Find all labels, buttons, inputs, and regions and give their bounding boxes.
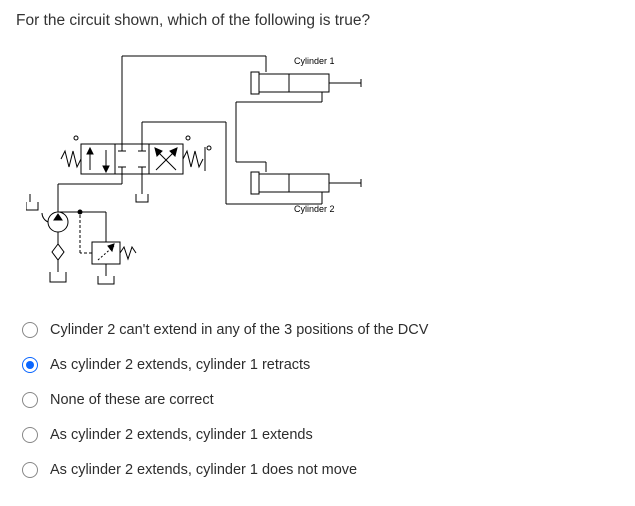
question-prompt: For the circuit shown, which of the foll… xyxy=(16,12,619,30)
cylinder1-label: Cylinder 1 xyxy=(294,56,335,66)
option-label: As cylinder 2 extends, cylinder 1 retrac… xyxy=(50,357,310,373)
radio-icon xyxy=(22,392,38,408)
circuit-diagram: Cylinder 1 Cylinder 2 xyxy=(26,44,446,294)
option-0[interactable]: Cylinder 2 can't extend in any of the 3 … xyxy=(22,322,619,338)
option-3[interactable]: As cylinder 2 extends, cylinder 1 extend… xyxy=(22,427,619,443)
option-label: As cylinder 2 extends, cylinder 1 does n… xyxy=(50,462,357,478)
option-label: As cylinder 2 extends, cylinder 1 extend… xyxy=(50,427,313,443)
option-label: Cylinder 2 can't extend in any of the 3 … xyxy=(50,322,428,338)
radio-icon xyxy=(22,322,38,338)
radio-icon xyxy=(22,427,38,443)
option-2[interactable]: None of these are correct xyxy=(22,392,619,408)
option-label: None of these are correct xyxy=(50,392,214,408)
option-1[interactable]: As cylinder 2 extends, cylinder 1 retrac… xyxy=(22,357,619,373)
options-list: Cylinder 2 can't extend in any of the 3 … xyxy=(22,322,619,478)
cylinder2-label: Cylinder 2 xyxy=(294,204,335,214)
option-4[interactable]: As cylinder 2 extends, cylinder 1 does n… xyxy=(22,462,619,478)
radio-icon xyxy=(22,462,38,478)
radio-icon xyxy=(22,357,38,373)
